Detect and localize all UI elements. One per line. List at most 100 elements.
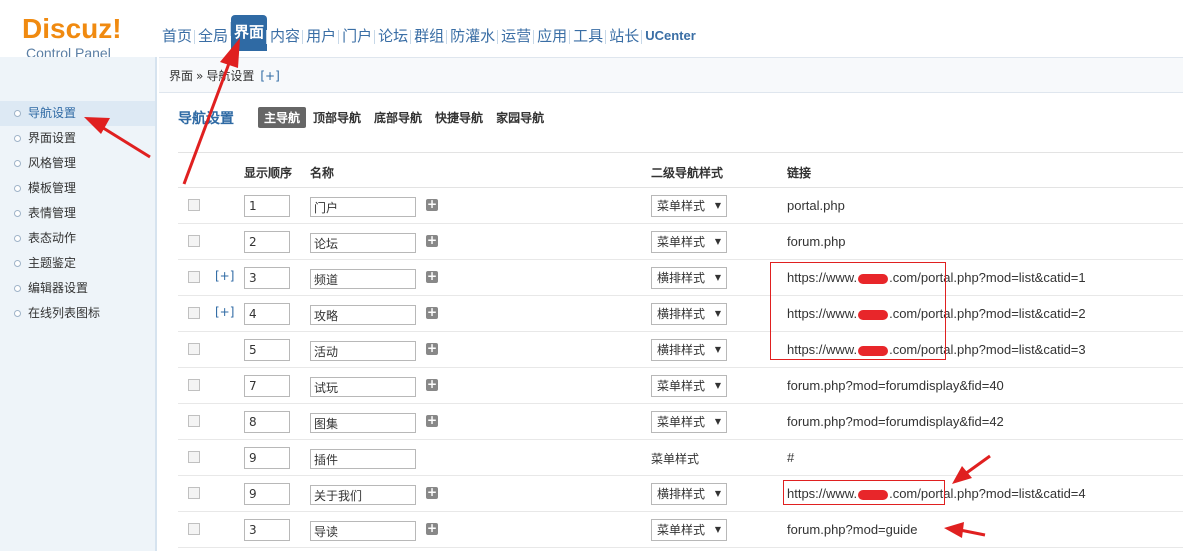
sidebar-item[interactable]: 编辑器设置 [0,276,155,301]
link-text: forum.php?mod=forumdisplay&fid=42 [787,414,1004,429]
style-select[interactable]: 菜单样式 ▼ [651,411,727,433]
style-select[interactable]: 菜单样式 ▼ [651,195,727,217]
order-input[interactable]: 5 [244,339,290,361]
plus-square-icon[interactable]: + [426,198,438,211]
triangle-down-icon: ▼ [714,273,721,282]
plus-square-icon[interactable]: + [426,486,438,499]
order-input[interactable]: 3 [244,267,290,289]
topnav-item[interactable]: 应用 [533,23,570,55]
order-input[interactable]: 4 [244,303,290,325]
nav-type-tab[interactable]: 顶部导航 [307,107,367,128]
sidebar-item[interactable]: 界面设置 [0,126,155,151]
link-prefix: forum.php?mod=forumdisplay&fid=40 [787,378,1004,393]
topnav-item[interactable]: 全局 [194,23,231,55]
order-input[interactable]: 7 [244,375,290,397]
topnav-item[interactable]: 防灌水 [446,23,498,55]
nav-type-tab[interactable]: 家园导航 [490,107,550,128]
style-select-value: 横排样式 [657,487,706,501]
col-style: 二级导航样式 [651,166,724,180]
style-select[interactable]: 菜单样式 ▼ [651,231,727,253]
sidebar-item[interactable]: 表情管理 [0,201,155,226]
expand-button[interactable]: [+] [215,305,234,319]
order-input[interactable]: 2 [244,231,290,253]
plus-square-icon[interactable]: + [426,342,438,355]
name-input[interactable]: 频道 [310,269,416,289]
topnav-item[interactable]: 首页 [159,23,195,55]
name-input[interactable]: 活动 [310,341,416,361]
row-checkbox[interactable] [188,307,200,319]
row-checkbox[interactable] [188,415,200,427]
sidebar-item[interactable]: 在线列表图标 [0,301,155,326]
order-input[interactable]: 1 [244,195,290,217]
order-input[interactable]: 9 [244,447,290,469]
name-input[interactable]: 关于我们 [310,485,416,505]
topnav-item[interactable]: UCenter [641,23,699,55]
topnav-item[interactable]: 论坛 [374,23,411,55]
topnav-item[interactable]: 群组 [410,23,447,55]
table-row: 2 论坛 + 菜单样式 ▼ forum.php [178,224,1183,260]
plus-square-icon[interactable]: + [426,522,438,535]
order-input[interactable]: 8 [244,411,290,433]
style-select[interactable]: 横排样式 ▼ [651,483,727,505]
plus-square-icon[interactable]: + [426,234,438,247]
topnav-item[interactable]: 工具 [569,23,606,55]
sidebar-item[interactable]: 主题鉴定 [0,251,155,276]
row-checkbox[interactable] [188,379,200,391]
name-input[interactable]: 图集 [310,413,416,433]
style-select-value: 横排样式 [657,343,706,357]
topnav-item[interactable]: 界面 [230,15,268,51]
order-input[interactable]: 3 [244,519,290,541]
row-checkbox[interactable] [188,271,200,283]
style-select[interactable]: 菜单样式 ▼ [651,519,727,541]
plus-square-icon[interactable]: + [426,378,438,391]
name-input[interactable]: 导读 [310,521,416,541]
expand-button[interactable]: [+] [215,269,234,283]
style-select-value: 菜单样式 [657,415,706,429]
sidebar-item-label: 表态动作 [28,231,77,245]
style-select[interactable]: 横排样式 ▼ [651,339,727,361]
header: Discuz! Control Panel 首页 全局 界面 内容 用户 门户 论坛 群组 防灌… [0,0,1183,61]
triangle-down-icon: ▼ [714,417,721,426]
triangle-down-icon: ▼ [714,381,721,390]
name-input[interactable]: 论坛 [310,233,416,253]
topnav-item[interactable]: 运营 [497,23,534,55]
name-input[interactable]: 攻略 [310,305,416,325]
bullet-icon [14,110,21,117]
plus-square-icon[interactable]: + [426,306,438,319]
order-input[interactable]: 9 [244,483,290,505]
triangle-down-icon: ▼ [714,525,721,534]
row-checkbox[interactable] [188,343,200,355]
topnav-item[interactable]: 用户 [302,23,339,55]
sidebar-item-label: 模板管理 [28,181,77,195]
discuz-logo[interactable]: Discuz! Control Panel [22,14,132,61]
name-input[interactable]: 门户 [310,197,416,217]
name-input[interactable]: 试玩 [310,377,416,397]
breadcrumb-part[interactable]: 界面 [169,69,193,83]
plus-square-icon[interactable]: + [426,414,438,427]
nav-type-tab[interactable]: 底部导航 [368,107,428,128]
sidebar-item[interactable]: 导航设置 [0,101,155,126]
triangle-down-icon: ▼ [714,201,721,210]
col-name: 名称 [310,166,335,180]
topnav-item[interactable]: 门户 [338,23,375,55]
style-select[interactable]: 菜单样式 ▼ [651,375,727,397]
style-select[interactable]: 横排样式 ▼ [651,267,727,289]
topnav-item[interactable]: 站长 [605,23,642,55]
style-select[interactable]: 横排样式 ▼ [651,303,727,325]
nav-type-tab[interactable]: 快捷导航 [429,107,489,128]
topnav-item[interactable]: 内容 [266,23,303,55]
breadcrumb-part: 导航设置 [206,69,255,83]
sidebar-item[interactable]: 表态动作 [0,226,155,251]
row-checkbox[interactable] [188,451,200,463]
row-checkbox[interactable] [188,235,200,247]
sidebar-item[interactable]: 风格管理 [0,151,155,176]
link-prefix: portal.php [787,198,845,213]
row-checkbox[interactable] [188,199,200,211]
add-to-favorites-button[interactable]: [+] [260,69,279,83]
row-checkbox[interactable] [188,523,200,535]
name-input[interactable]: 插件 [310,449,416,469]
row-checkbox[interactable] [188,487,200,499]
plus-square-icon[interactable]: + [426,270,438,283]
sidebar-item[interactable]: 模板管理 [0,176,155,201]
nav-type-tab[interactable]: 主导航 [258,107,307,128]
